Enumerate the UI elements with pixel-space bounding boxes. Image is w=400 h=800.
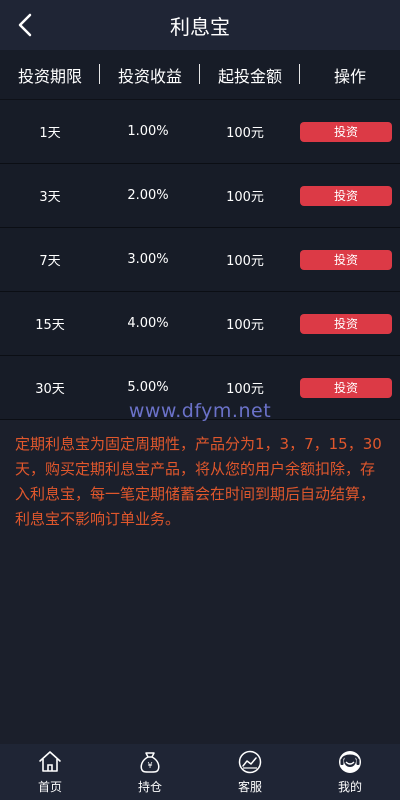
rate-cell: 3.00% bbox=[127, 252, 169, 267]
tab-label: 客服 bbox=[237, 780, 262, 794]
term-cell: 15天 bbox=[35, 318, 65, 333]
term-cell: 7天 bbox=[39, 254, 61, 269]
tab-label: 我的 bbox=[337, 780, 362, 794]
tab-holdings[interactable]: ¥ 持仓 bbox=[100, 744, 200, 800]
rate-cell: 1.00% bbox=[127, 124, 169, 139]
invest-button[interactable]: 投资 bbox=[300, 121, 392, 142]
min-amount-cell: 100元 bbox=[226, 318, 264, 333]
invest-button[interactable]: 投资 bbox=[300, 377, 392, 398]
tab-home[interactable]: 首页 bbox=[0, 744, 100, 800]
svg-text:¥: ¥ bbox=[147, 761, 152, 770]
product-description: 定期利息宝为固定周期性，产品分为1，3，7，15，30天，购买定期利息宝产品，将… bbox=[15, 435, 382, 528]
rate-cell: 4.00% bbox=[127, 316, 169, 331]
back-arrow-icon bbox=[18, 13, 32, 37]
money-bag-icon: ¥ bbox=[140, 752, 160, 773]
column-header-rate: 投资收益 bbox=[100, 63, 200, 87]
top-bar: 利息宝 bbox=[0, 0, 400, 50]
home-icon bbox=[39, 751, 61, 772]
invest-button[interactable]: 投资 bbox=[300, 185, 392, 206]
page-title: 利息宝 bbox=[170, 14, 230, 39]
invest-button[interactable]: 投资 bbox=[300, 313, 392, 334]
min-amount-cell: 100元 bbox=[226, 254, 264, 269]
column-header-min-amount: 起投金额 bbox=[200, 63, 300, 87]
product-table: 1天 1.00% 100元 投资 3天 2.00% 100元 投资 7天 3.0… bbox=[0, 100, 400, 420]
column-header-action: 操作 bbox=[333, 66, 366, 86]
min-amount-cell: 100元 bbox=[226, 382, 264, 397]
table-row: 1天 1.00% 100元 投资 bbox=[0, 100, 400, 164]
rate-cell: 2.00% bbox=[127, 188, 169, 203]
profile-icon bbox=[339, 751, 361, 773]
min-amount-cell: 100元 bbox=[226, 190, 264, 205]
column-header-term: 投资期限 bbox=[0, 63, 100, 87]
tab-label: 首页 bbox=[37, 780, 62, 794]
watermark: www.dfym.net bbox=[128, 400, 272, 422]
table-row: 3天 2.00% 100元 投资 bbox=[0, 164, 400, 228]
rate-cell: 5.00% bbox=[127, 380, 169, 395]
term-cell: 1天 bbox=[39, 126, 61, 141]
table-row: 7天 3.00% 100元 投资 bbox=[0, 228, 400, 292]
bottom-tab-bar: 首页 ¥ 持仓 客服 我的 bbox=[0, 744, 400, 800]
tab-profile[interactable]: 我的 bbox=[300, 744, 400, 800]
chart-icon bbox=[238, 750, 262, 774]
term-cell: 3天 bbox=[39, 190, 61, 205]
table-header: 投资期限 投资收益 起投金额 操作 bbox=[0, 50, 400, 100]
invest-button[interactable]: 投资 bbox=[300, 249, 392, 270]
term-cell: 30天 bbox=[35, 382, 65, 397]
min-amount-cell: 100元 bbox=[226, 126, 264, 141]
tab-label: 持仓 bbox=[137, 780, 162, 794]
tab-service[interactable]: 客服 bbox=[200, 744, 300, 800]
table-row: 15天 4.00% 100元 投资 bbox=[0, 292, 400, 356]
back-button[interactable] bbox=[10, 10, 40, 40]
